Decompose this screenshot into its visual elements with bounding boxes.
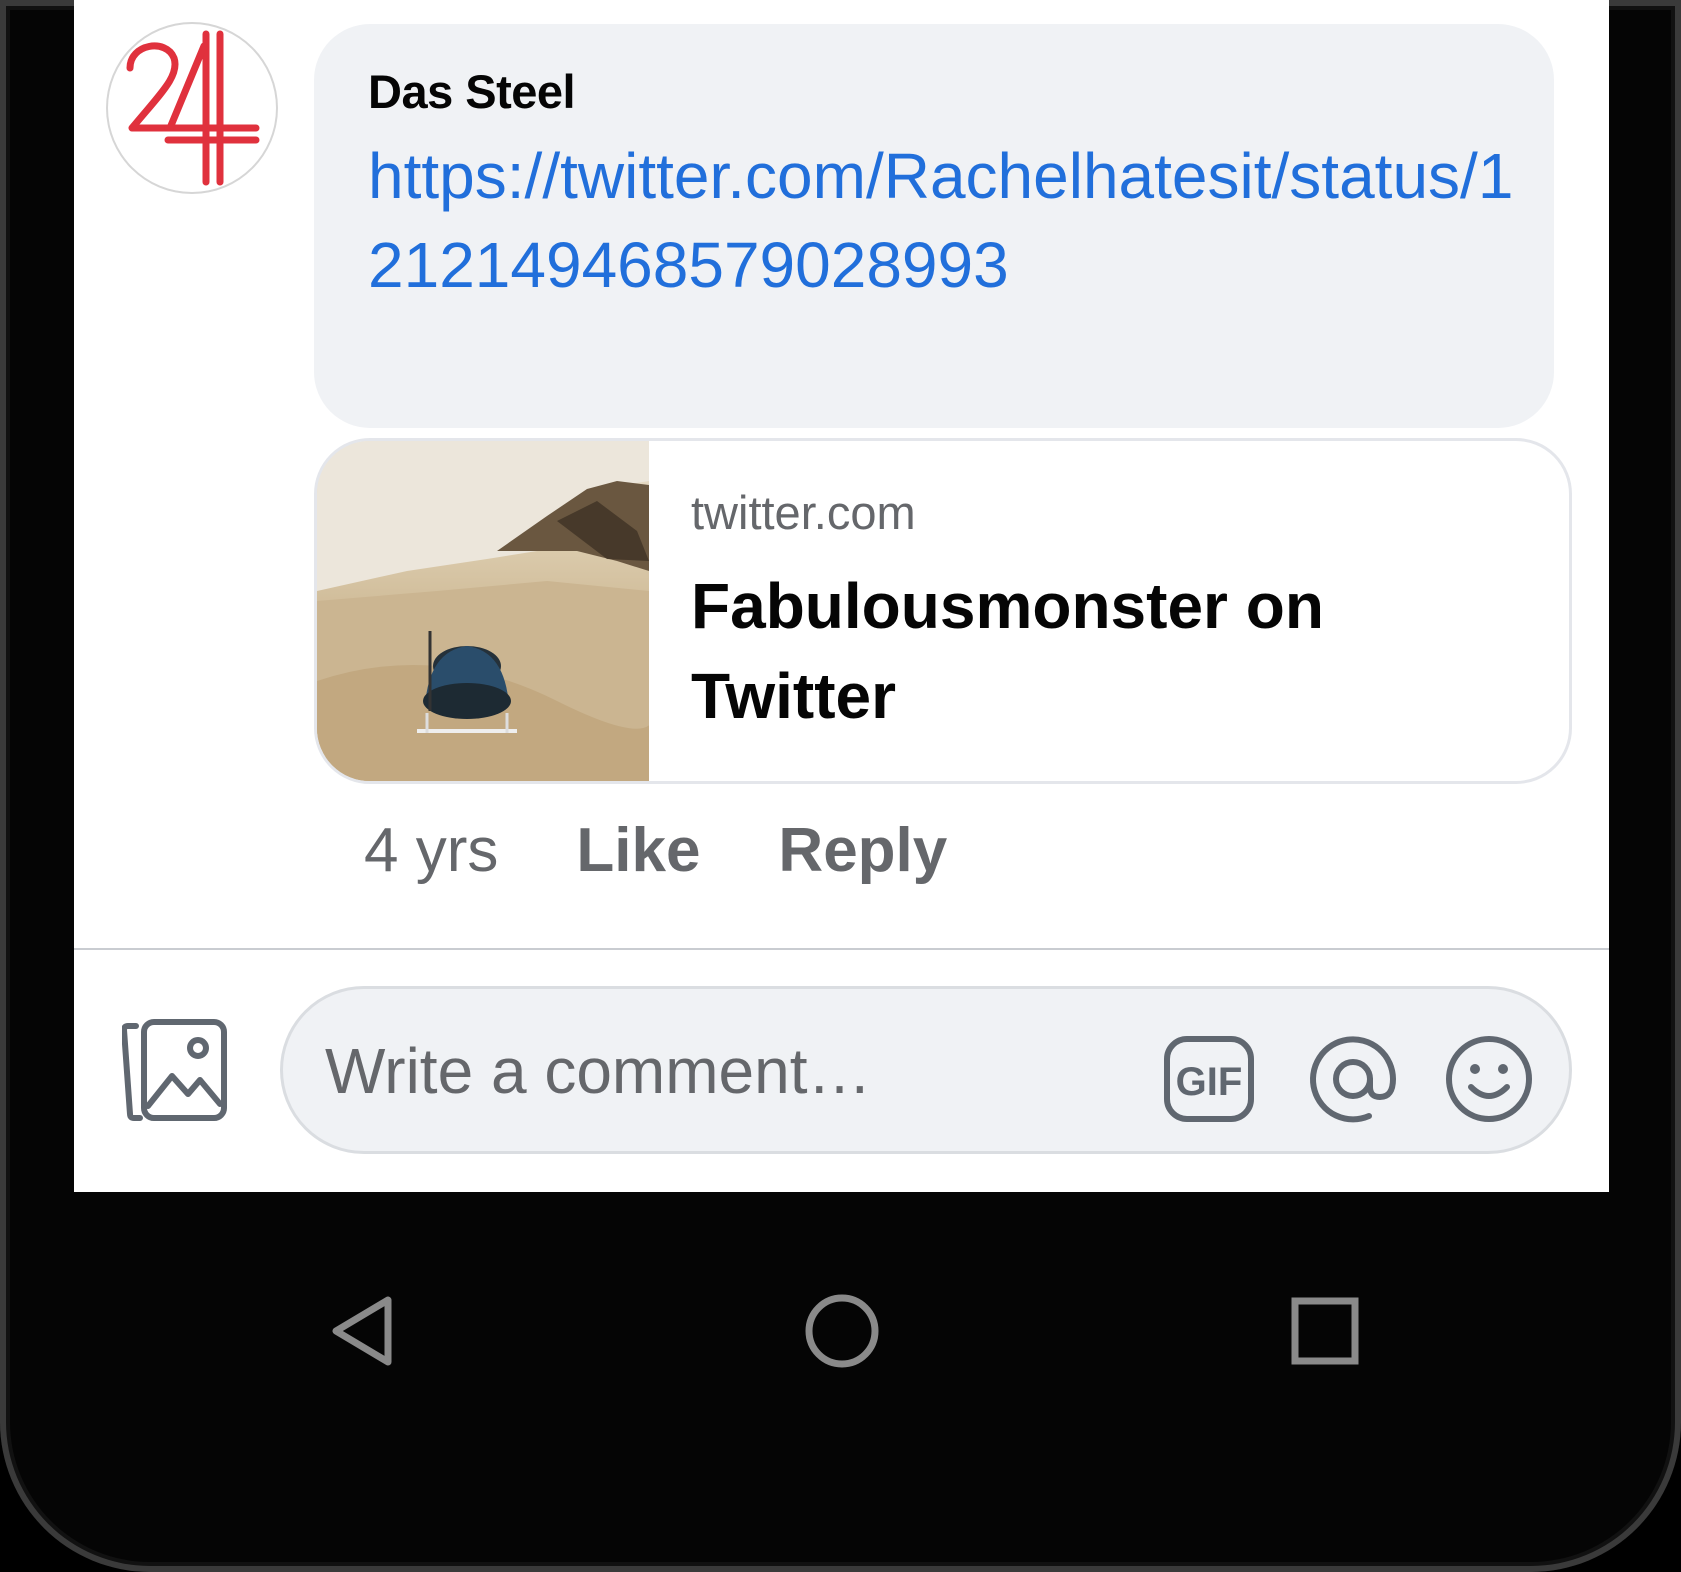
comment-timestamp[interactable]: 4 yrs	[364, 815, 498, 886]
gif-icon[interactable]: GIF	[1163, 1033, 1255, 1125]
like-button[interactable]: Like	[576, 815, 700, 886]
link-preview-thumbnail	[317, 441, 649, 781]
gif-label: GIF	[1176, 1060, 1243, 1104]
comment-link[interactable]: https://twitter.com/Rachelhatesit/status…	[368, 132, 1528, 310]
at-mention-icon[interactable]	[1307, 1033, 1399, 1125]
avatar-logo-icon	[126, 30, 260, 186]
photo-gallery-icon[interactable]	[122, 1018, 232, 1124]
comment-bubble: Das Steel https://twitter.com/Rachelhate…	[314, 24, 1554, 428]
link-preview-title: Fabulousmonster on Twitter	[691, 570, 1324, 732]
phone-frame: Das Steel https://twitter.com/Rachelhate…	[0, 0, 1681, 1572]
app-screen: Das Steel https://twitter.com/Rachelhate…	[74, 0, 1609, 1192]
smiley-icon[interactable]	[1443, 1033, 1535, 1125]
helicopter-image-icon	[317, 441, 649, 781]
recents-square-icon[interactable]	[1280, 1286, 1370, 1376]
reply-button[interactable]: Reply	[778, 815, 947, 886]
avatar[interactable]	[108, 24, 276, 192]
link-preview-card[interactable]: twitter.com Fabulousmonster on Twitter	[314, 438, 1572, 784]
comment-composer[interactable]: GIF	[280, 986, 1572, 1154]
divider	[74, 948, 1609, 950]
home-circle-icon[interactable]	[797, 1286, 887, 1376]
back-triangle-icon[interactable]	[322, 1286, 412, 1376]
link-preview-domain: twitter.com	[691, 486, 916, 539]
comment-input[interactable]	[325, 1029, 1085, 1113]
comment-author[interactable]: Das Steel	[368, 64, 576, 119]
comment-actions: 4 yrs Like Reply	[364, 810, 1025, 890]
